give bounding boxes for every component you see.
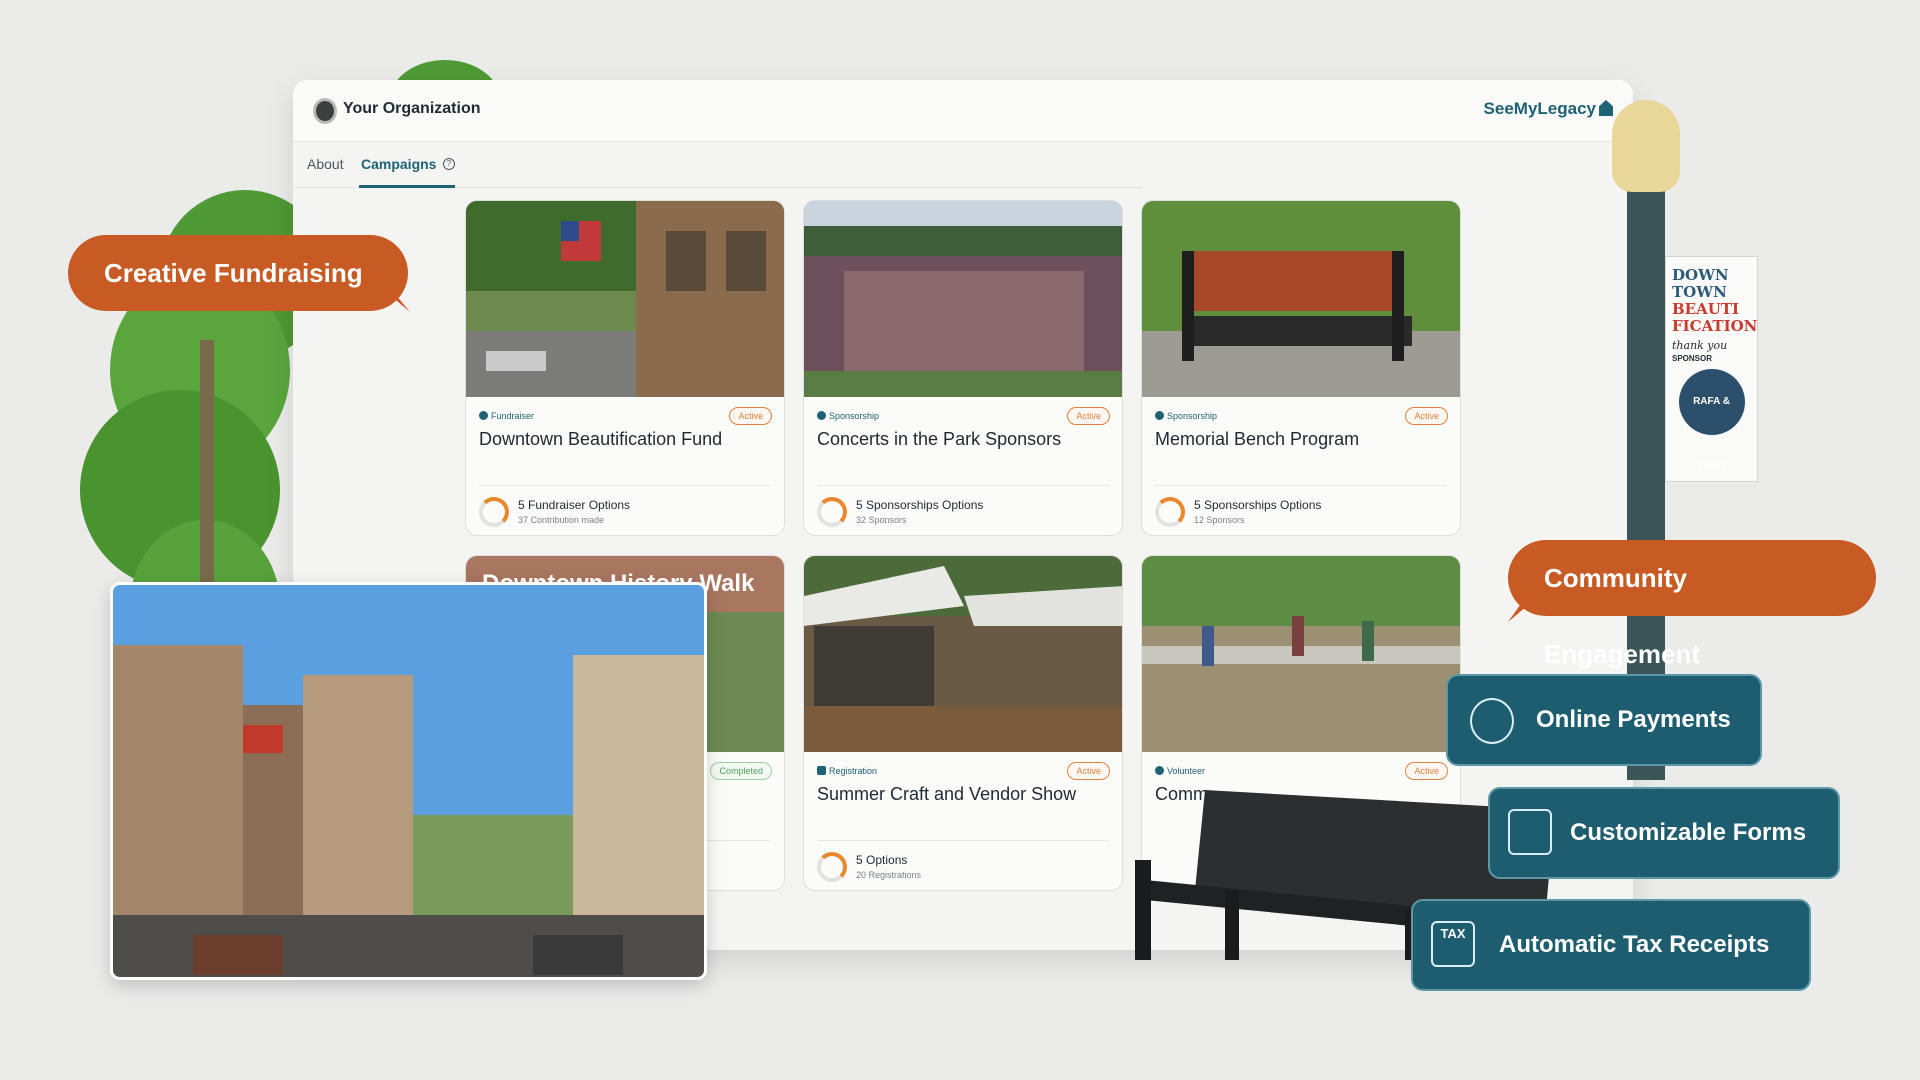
registration-icon	[817, 766, 826, 775]
sponsor-seal: RAFA & SONS	[1678, 369, 1745, 473]
campaign-card-concerts[interactable]: Sponsorship Active Concerts in the Park …	[803, 200, 1123, 536]
campaign-type: Sponsorship	[1155, 411, 1217, 421]
card-image-crowd	[804, 201, 1122, 397]
banner-sponsor: SPONSOR	[1672, 354, 1713, 363]
campaign-type-label: Registration	[829, 766, 878, 776]
campaign-type-label: Sponsorship	[829, 411, 880, 421]
street-banner: DOWN TOWN BEAUTI FICATION thank you SPON…	[1665, 256, 1758, 482]
progress-ring-icon	[1155, 497, 1185, 527]
campaign-options: 5 Sponsorships Options	[856, 498, 984, 512]
divider	[817, 485, 1109, 486]
tax-receipt-icon: TAX	[1431, 921, 1475, 967]
status-badge: Completed	[710, 762, 772, 780]
progress-ring-icon	[479, 497, 509, 527]
banner-line: FICATION	[1672, 317, 1758, 335]
brand-logo[interactable]: SeeMyLegacy	[1484, 99, 1613, 119]
campaign-type: Sponsorship	[817, 411, 879, 421]
banner-thanks: thank you	[1672, 339, 1728, 352]
lamp-globe	[1612, 100, 1680, 192]
form-list-icon	[1508, 809, 1552, 855]
tab-about[interactable]: About	[307, 156, 344, 172]
card-image-volunteers	[1142, 556, 1460, 752]
campaign-card-downtown-beautification[interactable]: Fundraiser Active Downtown Beautificatio…	[465, 200, 785, 536]
divider	[817, 840, 1109, 841]
campaign-title: Concerts in the Park Sponsors	[817, 429, 1062, 449]
progress-ring-icon	[817, 852, 847, 882]
divider	[479, 485, 771, 486]
card-image-street	[466, 201, 784, 397]
campaign-stats: 12 Sponsors	[1194, 515, 1245, 525]
creative-fundraising-bubble: Creative Fundraising	[68, 235, 408, 311]
automatic-tax-receipts-badge: TAX Automatic Tax Receipts	[1411, 899, 1811, 991]
community-engagement-bubble: Community Engagement	[1508, 540, 1876, 669]
campaign-type-label: Fundraiser	[491, 411, 535, 421]
campaign-stats: 37 Contribution made	[518, 515, 605, 525]
active-tab-indicator	[359, 185, 455, 188]
card-image-bench	[1142, 201, 1460, 397]
status-badge: Active	[1405, 407, 1448, 425]
sponsorship-icon	[817, 411, 826, 420]
campaign-title: Downtown Beautification Fund	[479, 429, 723, 449]
hand-money-icon	[1470, 698, 1514, 744]
campaign-stats: 20 Registrations	[856, 870, 922, 880]
banner-line: BEAUTI	[1672, 300, 1740, 318]
online-payments-badge: Online Payments	[1446, 674, 1762, 766]
sponsorship-icon	[1155, 411, 1164, 420]
campaign-card-memorial-bench[interactable]: Sponsorship Active Memorial Bench Progra…	[1141, 200, 1461, 536]
tab-bar: About Campaigns ?	[293, 142, 1143, 188]
campaign-stats: 32 Sponsors	[856, 515, 907, 525]
downtown-street-photo	[110, 582, 707, 980]
feature-label: Automatic Tax Receipts	[1499, 931, 1770, 958]
progress-ring-icon	[817, 497, 847, 527]
status-badge: Active	[1067, 407, 1110, 425]
fundraiser-icon	[479, 411, 488, 420]
banner-line: TOWN	[1672, 283, 1727, 301]
status-badge: Active	[729, 407, 772, 425]
card-image-vendor-market	[804, 556, 1122, 752]
campaign-options: 5 Fundraiser Options	[518, 498, 631, 512]
banner-line: DOWN	[1672, 266, 1729, 284]
brand-name: SeeMyLegacy	[1483, 99, 1596, 118]
house-icon	[1599, 100, 1613, 116]
bubble-label: Creative Fundraising	[104, 258, 363, 288]
divider	[1155, 485, 1447, 486]
org-logo-icon	[313, 98, 337, 124]
campaign-type: Registration	[817, 766, 877, 776]
feature-label: Customizable Forms	[1570, 819, 1807, 846]
help-icon[interactable]: ?	[443, 158, 455, 170]
campaign-title: Summer Craft and Vendor Show	[817, 784, 1077, 804]
campaign-title: Memorial Bench Program	[1155, 429, 1360, 449]
org-name: Your Organization	[343, 100, 481, 117]
tab-campaigns[interactable]: Campaigns	[361, 156, 436, 172]
campaign-options: 5 Options	[856, 853, 908, 867]
feature-label: Online Payments	[1536, 706, 1731, 733]
campaign-card-craft-show[interactable]: Registration Active Summer Craft and Ven…	[803, 555, 1123, 891]
customizable-forms-badge: Customizable Forms	[1488, 787, 1840, 879]
campaign-type: Fundraiser	[479, 411, 534, 421]
app-header: Your Organization SeeMyLegacy	[293, 80, 1633, 142]
status-badge: Active	[1067, 762, 1110, 780]
campaign-options: 5 Sponsorships Options	[1194, 498, 1322, 512]
campaign-type-label: Sponsorship	[1167, 411, 1218, 421]
